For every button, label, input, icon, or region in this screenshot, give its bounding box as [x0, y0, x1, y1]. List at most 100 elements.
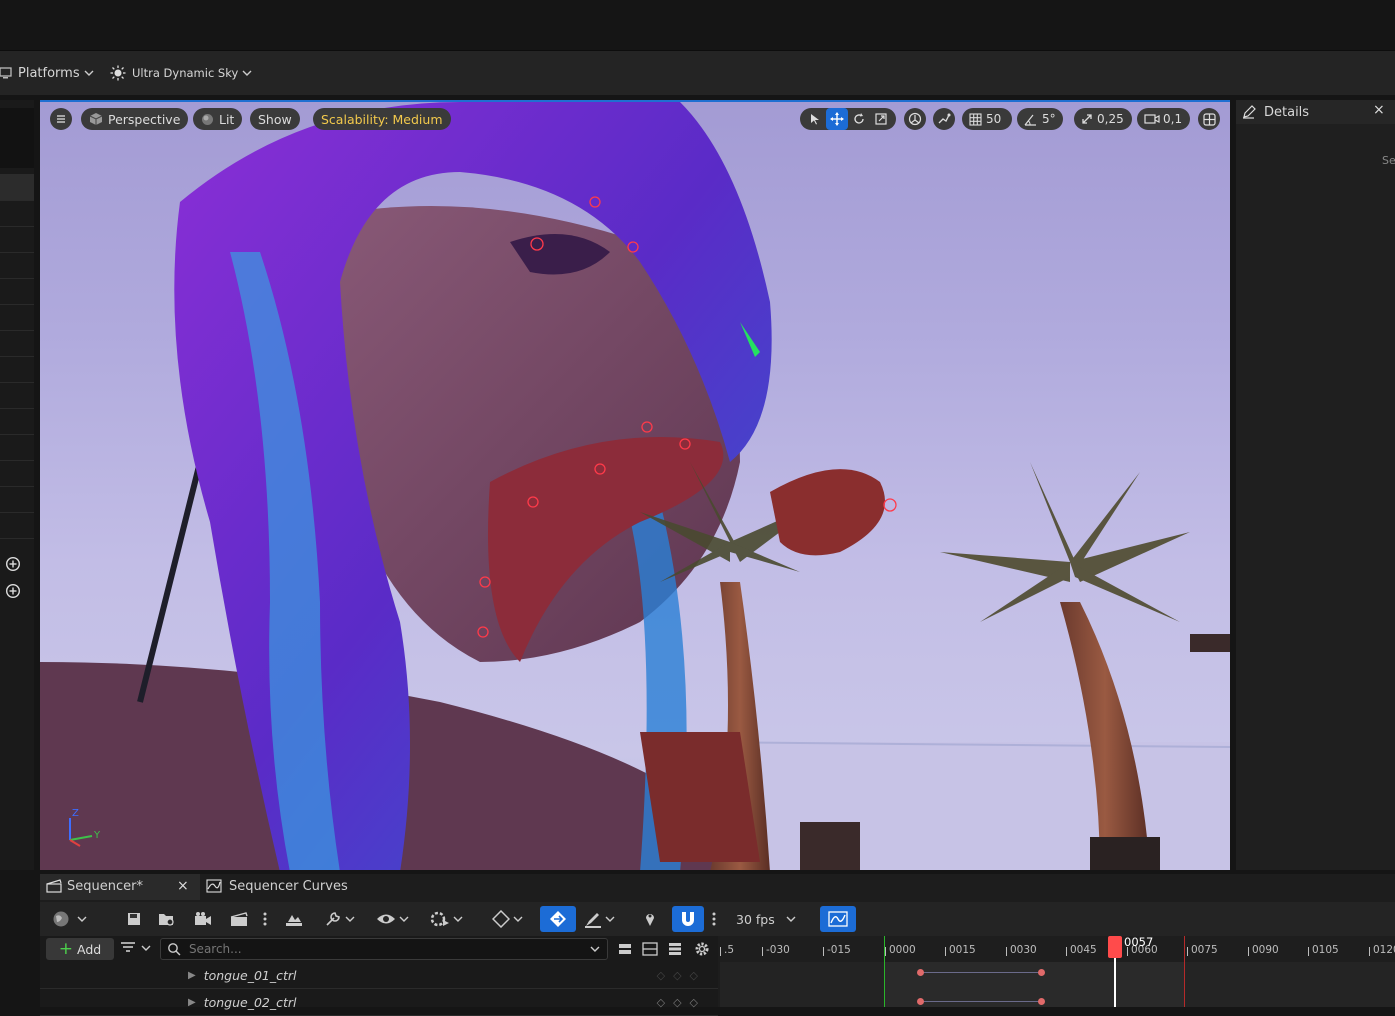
sequencer-track-list: + Add ▶ tongue_01_ctrl ◇◇◇ ▶ tongue_02_c… [40, 936, 718, 1016]
ultra-dynamic-sky-menu[interactable]: Ultra Dynamic Sky [110, 51, 257, 95]
list-item[interactable] [0, 434, 34, 461]
expand-tracks-icon[interactable] [642, 942, 658, 959]
playhead-handle[interactable] [1108, 936, 1122, 958]
tick-label: .5 [720, 944, 735, 956]
list-item[interactable] [0, 278, 34, 305]
keyframe[interactable] [1038, 969, 1045, 976]
keyframe[interactable] [917, 969, 924, 976]
keyframe[interactable] [917, 998, 924, 1005]
list-item[interactable] [0, 356, 34, 383]
list-item[interactable] [0, 252, 34, 279]
tick-label: 0090 [1248, 944, 1279, 956]
list-item[interactable] [0, 408, 34, 435]
playback-options-menu[interactable] [430, 906, 464, 932]
scale-tool-icon[interactable] [870, 108, 892, 130]
tools-menu[interactable] [324, 906, 356, 932]
save-sequence-icon[interactable] [126, 906, 142, 932]
list-item[interactable] [0, 486, 34, 513]
render-movie-icon[interactable] [230, 906, 248, 932]
tick-label: -030 [762, 944, 790, 956]
key-nav-icons[interactable]: ◇◇◇ [657, 969, 706, 982]
select-tool-icon[interactable] [804, 108, 826, 130]
platforms-menu[interactable]: Platforms [0, 51, 99, 95]
camera-speed-group[interactable]: 0,1 [1137, 108, 1190, 130]
rotation-snap-group[interactable]: 5° [1017, 108, 1063, 130]
perspective-label: Perspective [108, 111, 181, 127]
tick-label: 0105 [1308, 944, 1339, 956]
add-circle-icon[interactable] [5, 583, 21, 602]
browse-sequence-icon[interactable] [158, 906, 176, 932]
axis-indicator: Z Y [64, 808, 104, 850]
level-viewport[interactable]: Perspective Lit Show Scalability: Medium… [40, 100, 1230, 870]
collapse-tracks-icon[interactable] [618, 942, 632, 959]
fps-menu[interactable]: 30 fps [736, 906, 797, 932]
brush-icon [585, 913, 601, 928]
list-item[interactable] [0, 174, 34, 201]
track-search-box[interactable] [160, 938, 608, 960]
edit-mode-menu[interactable] [584, 906, 616, 932]
close-icon[interactable]: × [177, 878, 189, 894]
scale-snap-icon [1082, 114, 1092, 124]
list-item[interactable] [0, 304, 34, 331]
main-toolbar: Platforms Ultra Dynamic Sky [0, 50, 1395, 95]
gear-play-icon [430, 911, 449, 927]
hamburger-icon [57, 115, 65, 123]
scale-snap-value: 0,25 [1097, 112, 1124, 126]
list-item[interactable] [0, 200, 34, 227]
track-name: tongue_02_ctrl [203, 994, 297, 1010]
sequencer-toolbar: 30 fps [40, 902, 1395, 936]
range-end-marker[interactable] [1184, 936, 1185, 1007]
fps-label: 30 fps [736, 911, 775, 927]
list-item[interactable] [0, 226, 34, 253]
expand-arrow-icon[interactable]: ▶ [188, 970, 196, 981]
view-options-menu[interactable] [376, 906, 410, 932]
key-interpolation-menu[interactable] [492, 906, 524, 932]
actions-icon[interactable] [284, 906, 304, 932]
camera-cut-icon[interactable] [194, 906, 212, 932]
track-row[interactable]: ▶ tongue_01_ctrl ◇◇◇ [40, 962, 718, 989]
marker-icon[interactable] [644, 906, 656, 932]
add-button[interactable]: + Add [46, 938, 114, 960]
close-icon[interactable]: × [1373, 102, 1385, 118]
auto-key-button[interactable] [540, 906, 576, 932]
list-item[interactable] [0, 460, 34, 487]
add-circle-icon[interactable] [5, 556, 21, 575]
gear-icon[interactable] [694, 941, 710, 960]
show-button[interactable]: Show [250, 108, 300, 130]
track-search-input[interactable] [186, 941, 590, 957]
viewport-layout-icon[interactable] [1198, 108, 1220, 130]
post-range-area [1185, 962, 1395, 1007]
perspective-button[interactable]: Perspective [81, 108, 189, 130]
expand-arrow-icon[interactable]: ▶ [188, 997, 196, 1008]
list-view-icon[interactable] [668, 942, 682, 959]
more-options-icon[interactable] [262, 906, 268, 932]
grid-snap-group[interactable]: 50 [962, 108, 1012, 130]
list-item[interactable] [0, 512, 34, 539]
scale-snap-group[interactable]: 0,25 [1074, 108, 1132, 130]
scalability-button[interactable]: Scalability: Medium [313, 108, 451, 130]
keyframe[interactable] [1038, 998, 1045, 1005]
tick-label: 0030 [1006, 944, 1037, 956]
sequencer-curves-tab[interactable]: Sequencer Curves [206, 874, 348, 898]
rotate-tool-icon[interactable] [848, 108, 870, 130]
filter-menu[interactable] [120, 940, 152, 957]
move-tool-icon[interactable] [826, 108, 848, 130]
track-row[interactable]: ▶ tongue_02_ctrl ◇◇◇ [40, 989, 718, 1016]
world-menu[interactable] [52, 906, 88, 932]
lit-button[interactable]: Lit [193, 108, 243, 130]
coordinate-system-icon[interactable] [904, 108, 926, 130]
curve-editor-button[interactable] [820, 906, 856, 932]
sequencer-tab[interactable]: Sequencer* [46, 874, 143, 898]
viewport-menu-button[interactable] [50, 108, 72, 130]
list-item[interactable] [0, 330, 34, 357]
details-title: Details [1264, 104, 1310, 120]
surface-snap-icon[interactable] [933, 108, 955, 130]
snapping-options-icon[interactable] [711, 906, 717, 932]
list-item[interactable] [0, 382, 34, 409]
snapping-button[interactable] [672, 906, 704, 932]
key-segment [920, 972, 1042, 973]
time-ruler [720, 936, 1395, 962]
left-panel-strip [0, 100, 34, 870]
details-tab[interactable]: Details × [1236, 100, 1395, 124]
sequencer-timeline[interactable]: .5 -030 -015 0000 0015 0030 0045 0060 00… [720, 936, 1395, 1007]
